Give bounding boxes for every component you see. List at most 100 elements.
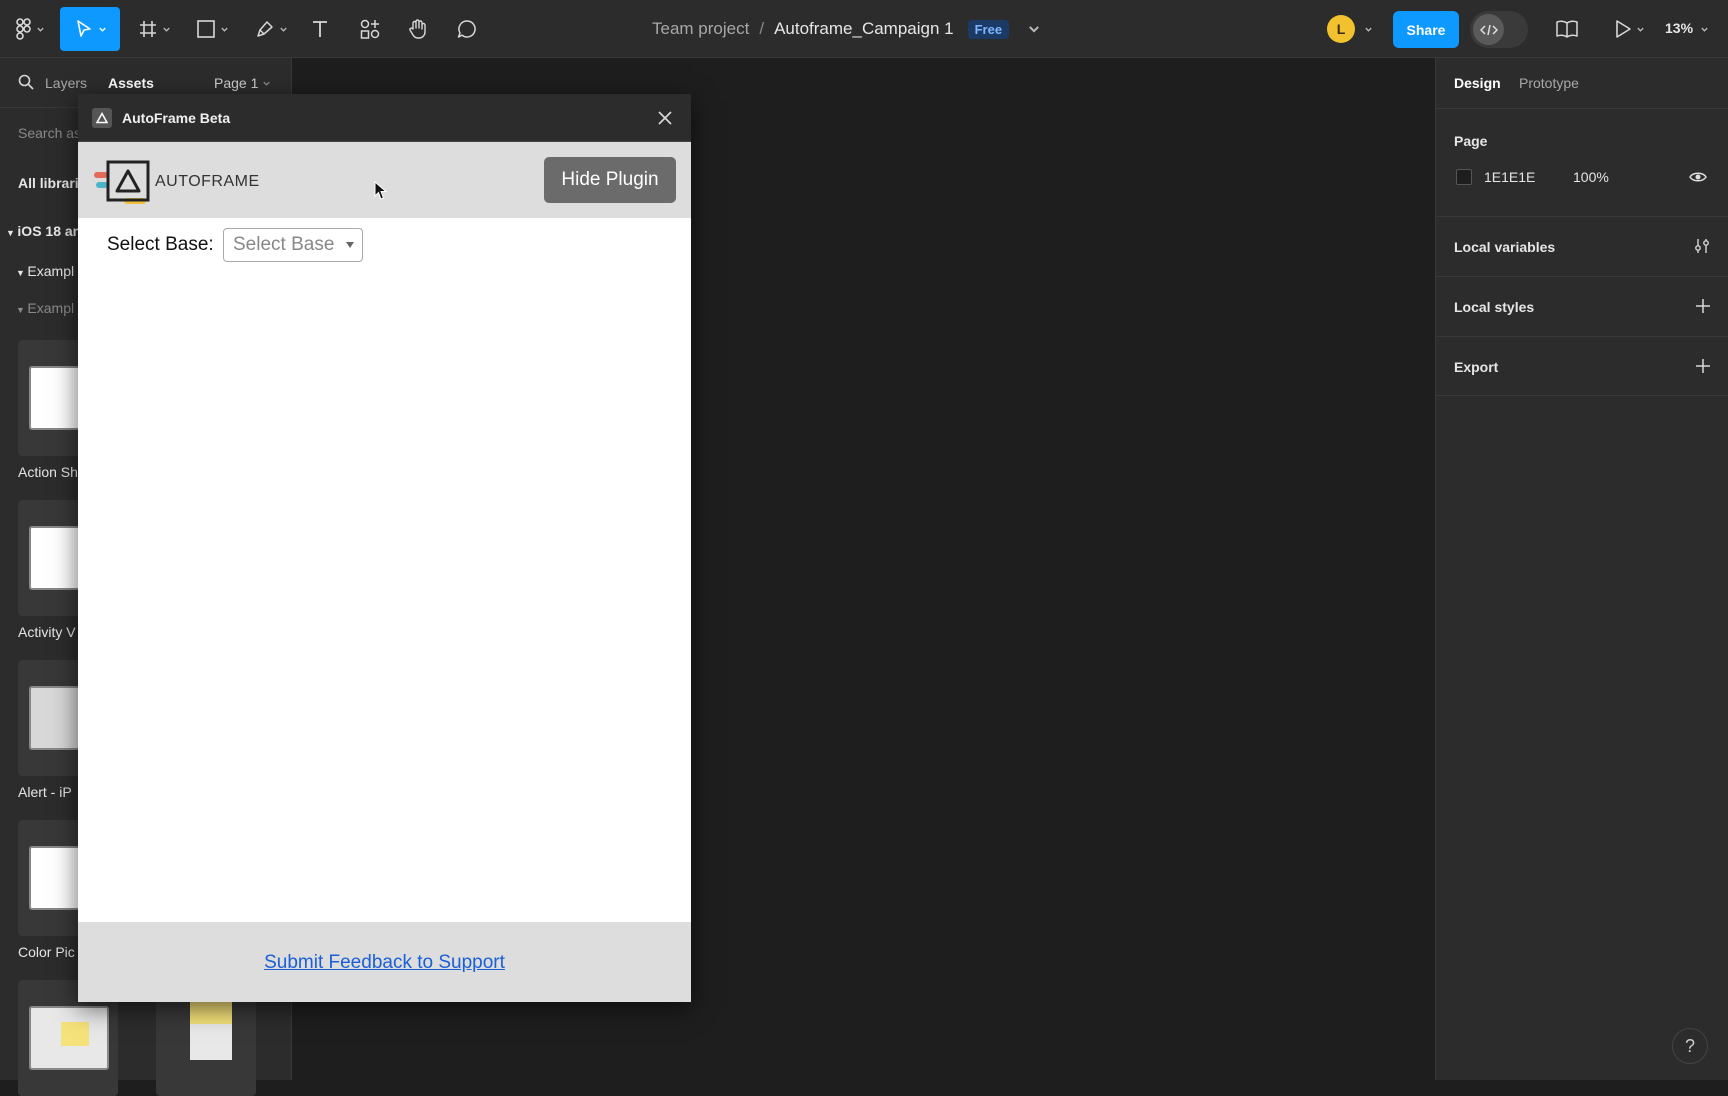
asset-label: Activity V: [18, 624, 76, 640]
library-header[interactable]: ▼ iOS 18 an: [6, 223, 81, 239]
caret-down-icon: [346, 242, 354, 248]
plus-icon[interactable]: [1695, 358, 1711, 374]
dev-mode-toggle[interactable]: [1470, 11, 1528, 48]
asset-label: Color Pic: [18, 944, 75, 960]
right-panel: Design Prototype Page 1E1E1E 100% Local …: [1435, 58, 1728, 1080]
user-avatar[interactable]: L: [1327, 15, 1355, 43]
asset-label: Alert - iP: [18, 784, 72, 800]
select-base-label: Select Base:: [107, 234, 214, 255]
select-base-value: Select Base: [233, 234, 335, 255]
search-icon[interactable]: [18, 74, 34, 90]
shape-tool-button[interactable]: [191, 7, 233, 51]
top-toolbar: Team project / Autoframe_Campaign 1 Free…: [0, 0, 1728, 58]
logo-text: AUTOFRAME: [155, 173, 260, 190]
chevron-down-icon: [263, 81, 271, 86]
open-book-icon: [1556, 20, 1578, 38]
caret-down-icon: ▼: [6, 228, 18, 238]
asset-label: Action Sh: [18, 464, 78, 480]
tab-prototype[interactable]: Prototype: [1519, 75, 1579, 91]
pen-tool-button[interactable]: [249, 7, 293, 51]
export-title: Export: [1454, 359, 1499, 375]
move-tool-button[interactable]: [60, 7, 120, 51]
page-section-title: Page: [1454, 133, 1488, 149]
sticky-note-preview: [61, 1022, 89, 1046]
plugin-window: AutoFrame Beta AUTOFRAME Hide Plugin Sel…: [78, 94, 691, 1002]
asset-preview: [29, 1006, 109, 1070]
asset-group-label: Exampl: [27, 263, 75, 279]
tab-design[interactable]: Design: [1454, 75, 1501, 91]
chevron-down-icon: [98, 27, 106, 32]
chevron-down-icon: [279, 27, 287, 32]
frame-grid-icon: [139, 21, 156, 37]
export-section: Export: [1436, 336, 1728, 396]
page-selector-label: Page 1: [214, 75, 259, 91]
page-selector[interactable]: Page 1: [214, 75, 271, 91]
frame-tool-button[interactable]: [132, 7, 176, 51]
file-title-area: Team project / Autoframe_Campaign 1 Free: [652, 18, 1041, 40]
caret-down-icon: ▼: [16, 268, 28, 278]
plugin-app-icon: [92, 108, 112, 128]
plugin-title: AutoFrame Beta: [122, 110, 231, 126]
share-button[interactable]: Share: [1393, 11, 1459, 48]
components-icon: [360, 19, 380, 39]
assets-search-input[interactable]: Search as: [18, 125, 81, 141]
figma-logo-icon: [15, 18, 31, 40]
avatar-chevron-icon[interactable]: [1364, 25, 1373, 34]
local-variables-section: Local variables: [1436, 216, 1728, 276]
local-styles-section: Local styles: [1436, 276, 1728, 336]
plus-icon[interactable]: [1695, 298, 1711, 314]
mouse-cursor-icon: [374, 181, 388, 200]
autoframe-triangle-icon: [96, 112, 108, 124]
chevron-down-icon: [220, 27, 228, 32]
hand-tool-button[interactable]: [406, 7, 430, 51]
page-opacity-value[interactable]: 100%: [1573, 169, 1609, 185]
caret-down-icon: ▼: [16, 305, 28, 315]
text-t-icon: [313, 21, 327, 37]
all-libraries-link[interactable]: All librarie: [18, 175, 86, 191]
chevron-down-icon: [1636, 27, 1644, 32]
eye-icon[interactable]: [1689, 170, 1707, 184]
library-name: iOS 18 an: [17, 223, 82, 239]
help-button[interactable]: ?: [1672, 1028, 1708, 1064]
hand-icon: [409, 19, 426, 39]
select-base-dropdown[interactable]: Select Base: [223, 228, 363, 262]
actions-tool-button[interactable]: [358, 7, 382, 51]
zoom-chevron-icon[interactable]: [1700, 25, 1709, 34]
comment-bubble-icon: [457, 20, 476, 38]
library-book-button[interactable]: [1554, 7, 1580, 51]
local-variables-title: Local variables: [1454, 239, 1556, 255]
zoom-level[interactable]: 13%: [1665, 20, 1693, 36]
code-icon: [1479, 24, 1498, 35]
submit-feedback-link[interactable]: Submit Feedback to Support: [78, 952, 691, 974]
text-tool-button[interactable]: [308, 7, 332, 51]
asset-group-1[interactable]: ▼ Exampl: [16, 263, 74, 279]
asset-group-label: Exampl: [27, 300, 75, 316]
close-icon[interactable]: [655, 108, 675, 128]
asset-group-2[interactable]: ▼ Exampl: [16, 300, 74, 316]
tab-layers[interactable]: Layers: [45, 75, 87, 91]
tab-assets[interactable]: Assets: [108, 75, 154, 91]
present-button[interactable]: [1608, 7, 1650, 51]
local-styles-title: Local styles: [1454, 299, 1535, 315]
page-color-swatch[interactable]: [1456, 169, 1472, 185]
pen-icon: [256, 21, 273, 37]
play-icon: [1615, 20, 1631, 38]
plugin-titlebar[interactable]: AutoFrame Beta: [78, 94, 691, 142]
page-color-value[interactable]: 1E1E1E: [1484, 169, 1535, 185]
team-project-link[interactable]: Team project: [652, 19, 749, 39]
comment-tool-button[interactable]: [455, 7, 479, 51]
file-menu-chevron-icon[interactable]: [1027, 22, 1041, 36]
cursor-arrow-icon: [76, 20, 91, 37]
plugin-footer: Submit Feedback to Support: [78, 922, 691, 1002]
hide-plugin-button[interactable]: Hide Plugin: [544, 157, 676, 203]
rectangle-icon: [196, 20, 215, 38]
plugin-header: AUTOFRAME Hide Plugin: [78, 142, 691, 218]
chevron-down-icon: [36, 27, 44, 32]
main-menu-button[interactable]: [10, 7, 50, 51]
plan-badge: Free: [967, 19, 1010, 39]
dev-mode-knob: [1473, 14, 1504, 45]
variables-sliders-icon[interactable]: [1693, 237, 1711, 255]
file-name[interactable]: Autoframe_Campaign 1: [774, 19, 954, 39]
title-separator: /: [759, 19, 765, 38]
chevron-down-icon: [162, 27, 170, 32]
